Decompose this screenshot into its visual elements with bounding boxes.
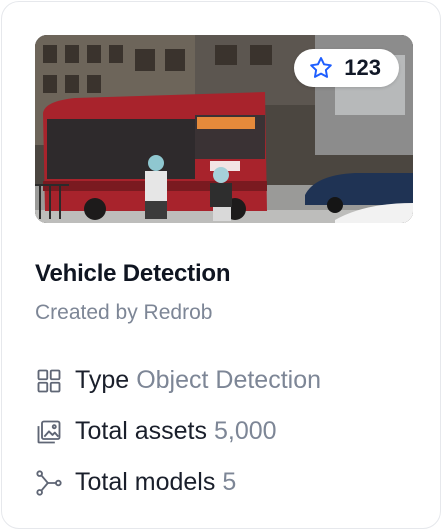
dataset-thumbnail: 123 [35, 35, 413, 223]
meta-models-value: 5 [222, 468, 237, 496]
star-count: 123 [344, 55, 381, 80]
image-gallery-icon [37, 420, 61, 443]
meta-models-label: Total models [75, 468, 216, 496]
dataset-card[interactable]: 123 Vehicle Detection Created by Redrob … [1, 1, 441, 529]
meta-type-label: Type [75, 366, 130, 394]
branch-icon [36, 469, 62, 496]
meta-type-row: Type Object Detection [35, 366, 321, 395]
meta-type-value: Object Detection [136, 366, 322, 394]
star-button[interactable]: 123 [294, 49, 399, 87]
star-icon [310, 57, 333, 78]
grid-icon [37, 369, 61, 392]
creator-label: Created by Redrob [35, 301, 213, 324]
meta-assets-value: 5,000 [214, 417, 277, 445]
meta-assets-label: Total assets [75, 417, 208, 445]
meta-models-row: Total models 5 [35, 468, 236, 497]
dataset-title[interactable]: Vehicle Detection [35, 260, 231, 288]
meta-assets-row: Total assets 5,000 [35, 417, 277, 446]
